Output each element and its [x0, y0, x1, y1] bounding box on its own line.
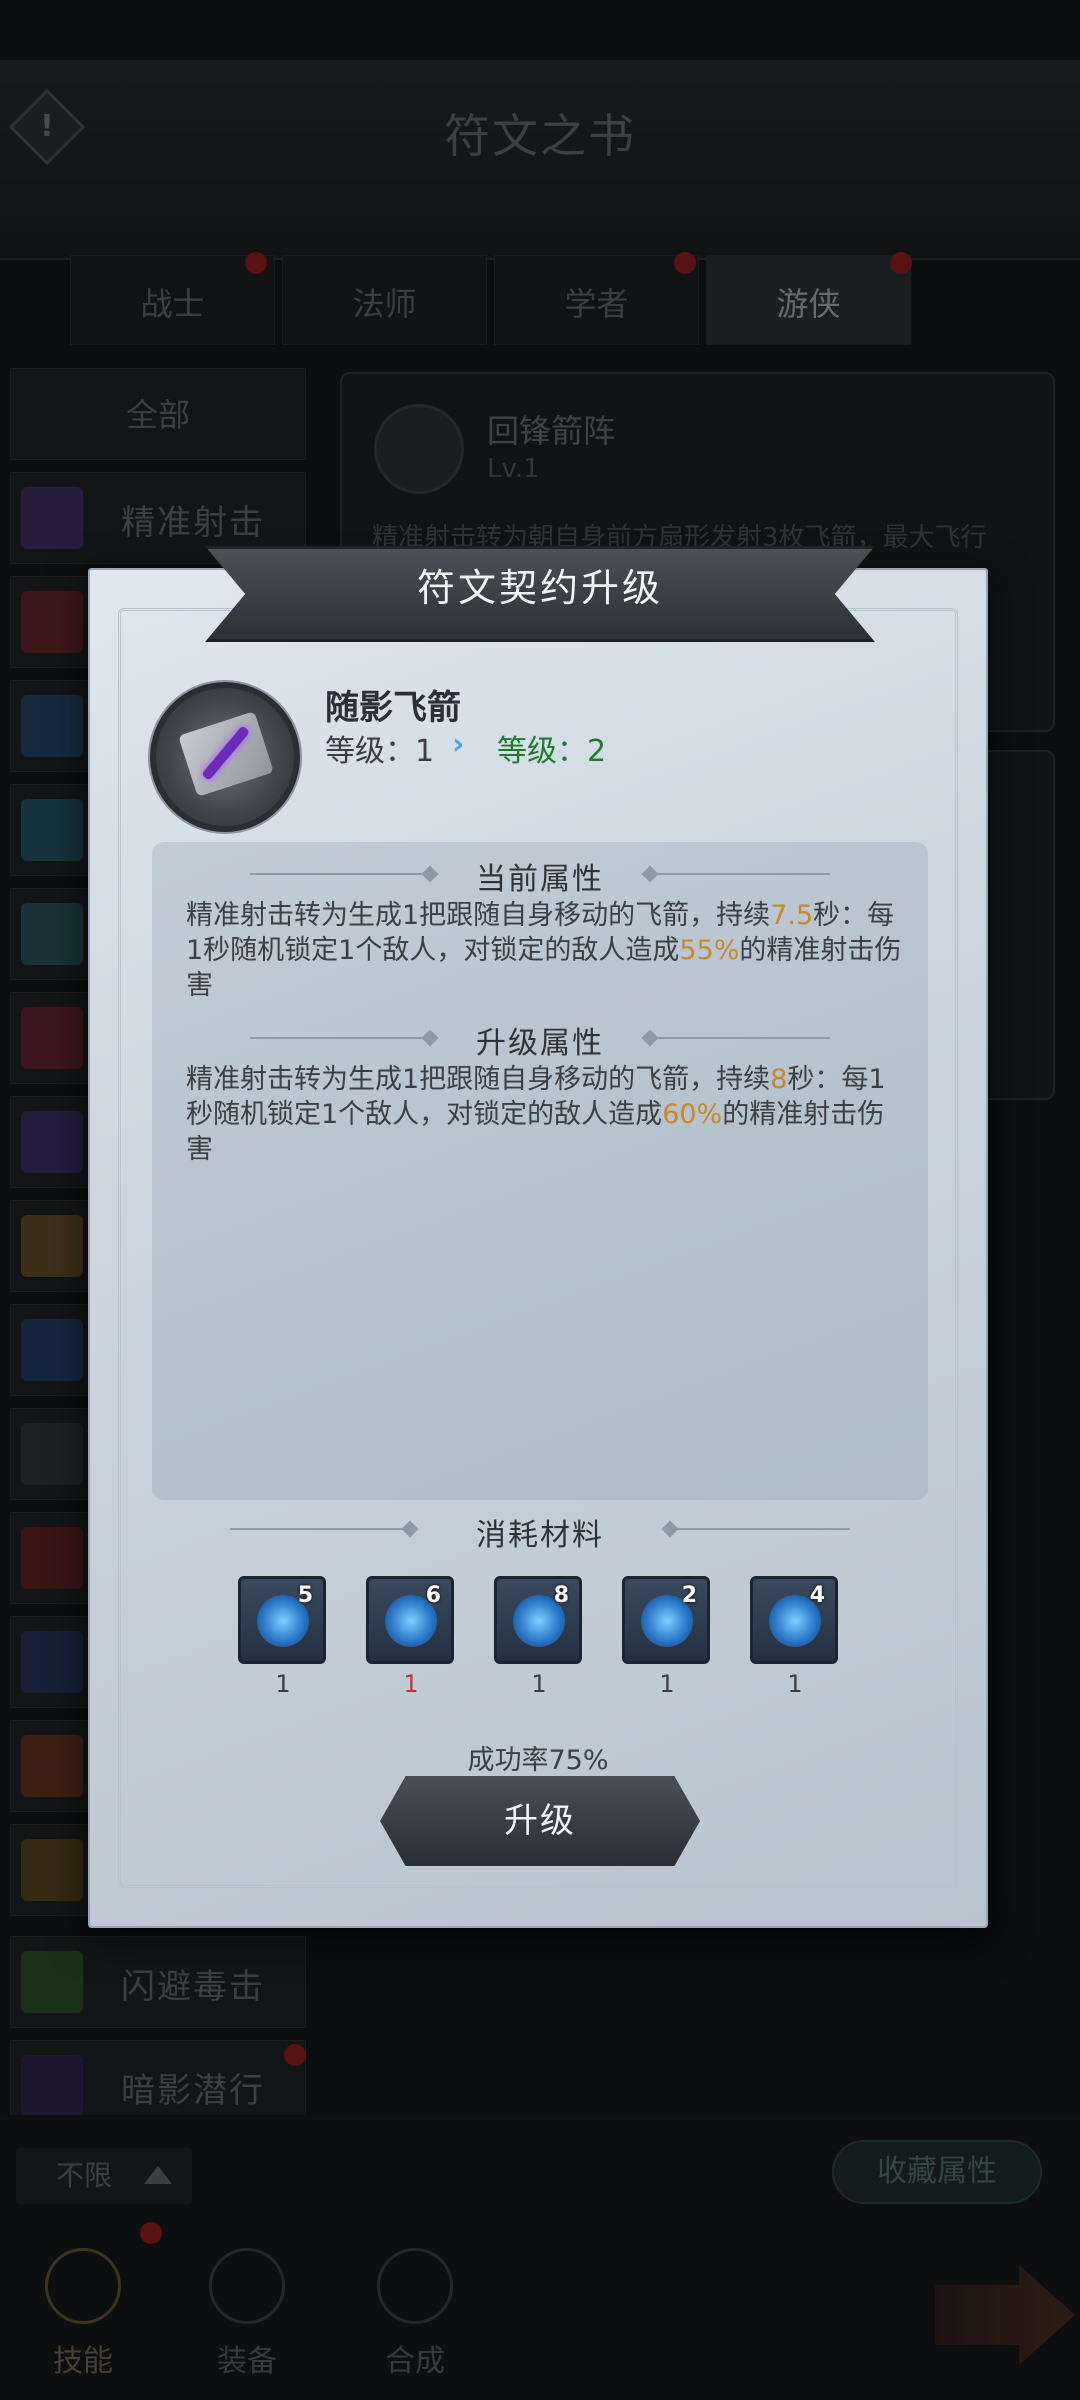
owned-count: 4 [809, 1583, 825, 1608]
material-item[interactable]: 6 1 [366, 1576, 456, 1698]
upgrade-button[interactable]: 升级 [380, 1776, 700, 1866]
owned-count: 6 [425, 1583, 441, 1608]
cost-quantity: 1 [531, 1670, 547, 1698]
upgrade-attributes-header: 升级属性 [476, 1026, 604, 1061]
owned-count: 5 [297, 1583, 313, 1608]
rune-gem [178, 711, 274, 797]
owned-count: 8 [553, 1583, 569, 1608]
material-item[interactable]: 8 1 [494, 1576, 584, 1698]
materials-header: 消耗材料 [476, 1518, 604, 1553]
cost-quantity: 1 [275, 1670, 291, 1698]
dialog-title: 符文契约升级 [416, 566, 663, 610]
upgrade-attributes-text: 精准射击转为生成1把跟随自身移动的飞箭，持续8秒：每1秒随机锁定1个敌人，对锁定… [186, 1064, 886, 1165]
material-slot: 2 [622, 1576, 710, 1664]
material-item[interactable]: 2 1 [622, 1576, 712, 1698]
cost-quantity: 1 [403, 1670, 419, 1698]
material-slot: 5 [238, 1576, 326, 1664]
materials-list: 5 1 6 1 8 1 2 1 4 1 [238, 1576, 858, 1698]
current-attributes-text: 精准射击转为生成1把跟随自身移动的飞箭，持续7.5秒：每1秒随机锁定1个敌人，对… [186, 900, 902, 1001]
current-level: 等级：1 [325, 734, 435, 769]
skill-name: 随影飞箭 [325, 688, 461, 728]
divider [650, 1037, 830, 1039]
owned-count: 2 [681, 1583, 697, 1608]
next-level: 等级：2 [497, 734, 607, 769]
divider [650, 873, 830, 875]
cost-quantity: 1 [659, 1670, 675, 1698]
material-slot: 4 [750, 1576, 838, 1664]
material-item[interactable]: 5 1 [238, 1576, 328, 1698]
current-attributes-header: 当前属性 [476, 862, 604, 897]
material-item[interactable]: 4 1 [750, 1576, 840, 1698]
success-rate: 成功率75% [467, 1745, 609, 1776]
material-slot: 8 [494, 1576, 582, 1664]
arrow-rune-icon [150, 682, 300, 832]
level-arrow-icon: › [452, 727, 465, 762]
cost-quantity: 1 [787, 1670, 803, 1698]
material-slot: 6 [366, 1576, 454, 1664]
divider [670, 1528, 850, 1530]
